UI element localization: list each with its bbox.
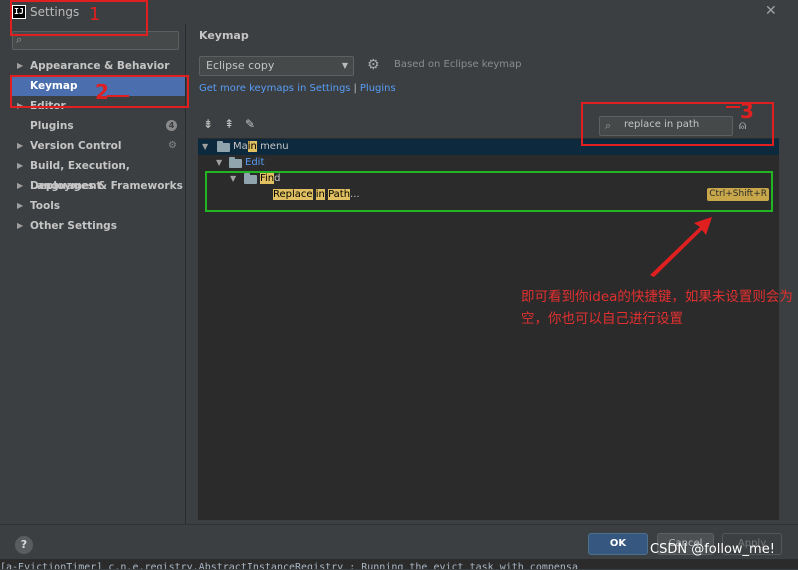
sidebar-item-appearance[interactable]: ▶ Appearance & Behavior (0, 56, 185, 76)
keymap-scheme-select[interactable]: Eclipse copy ▼ (199, 56, 354, 76)
annotation-mark-3-dash (726, 106, 740, 108)
sidebar-item-plugins[interactable]: Plugins 4 (0, 116, 185, 136)
watermark: CSDN @follow_me! (650, 542, 775, 557)
chevron-down-icon: ▼ (341, 61, 348, 70)
gear-icon[interactable]: ⚙ (367, 57, 380, 73)
page-title: Keymap (199, 29, 249, 42)
annotation-mark-2-dash (107, 95, 129, 97)
help-button[interactable]: ? (15, 536, 33, 554)
ok-button[interactable]: OK (588, 533, 648, 555)
plugins-count-badge: 4 (166, 120, 177, 131)
keymap-links: Get more keymaps in Settings | Plugins (199, 83, 396, 94)
collapse-arrow-icon: ▼ (216, 158, 223, 167)
expand-arrow-icon: ▶ (17, 61, 24, 70)
expand-arrow-icon: ▶ (17, 181, 24, 190)
annotation-mark-3: 3 (740, 99, 754, 123)
expand-all-icon[interactable]: ⇟ (203, 117, 213, 131)
sidebar-item-tools[interactable]: ▶ Tools (0, 196, 185, 216)
close-icon[interactable]: ✕ (765, 3, 777, 19)
plugins-link[interactable]: Plugins (360, 83, 396, 94)
annotation-box-result (205, 171, 773, 212)
annotation-mark-1: 1 (89, 4, 101, 25)
collapse-arrow-icon: ▼ (202, 142, 209, 151)
sidebar-item-languages[interactable]: ▶ Languages & Frameworks (0, 176, 185, 196)
console-output: [a-EvictionTimer] c.n.e.registry.Abstrac… (0, 559, 798, 569)
expand-arrow-icon: ▶ (17, 161, 24, 170)
folder-icon (217, 141, 230, 152)
folder-icon (229, 157, 242, 168)
tree-row-edit[interactable]: ▼ Edit (198, 155, 779, 171)
sidebar-item-version-control[interactable]: ▶ Version Control ⚙ (0, 136, 185, 156)
sidebar-item-other-settings[interactable]: ▶ Other Settings (0, 216, 185, 236)
annotation-note: 即可看到你idea的快捷键，如果未设置则会为空，你也可以自己进行设置 (521, 289, 793, 327)
link-separator: | (353, 83, 357, 94)
annotation-box-title (10, 0, 148, 36)
annotation-arrow (650, 217, 712, 277)
collapse-all-icon[interactable]: ⇞ (224, 117, 234, 131)
edit-pencil-icon[interactable]: ✎ (245, 117, 255, 131)
more-keymaps-link[interactable]: Get more keymaps in Settings (199, 83, 351, 94)
project-settings-icon: ⚙ (168, 140, 177, 151)
expand-arrow-icon: ▶ (17, 221, 24, 230)
expand-arrow-icon: ▶ (17, 141, 24, 150)
expand-arrow-icon: ▶ (17, 201, 24, 210)
based-on-label: Based on Eclipse keymap (394, 59, 522, 70)
annotation-mark-2: 2 (95, 80, 109, 104)
sidebar-item-build[interactable]: ▶ Build, Execution, Deployment (0, 156, 185, 192)
